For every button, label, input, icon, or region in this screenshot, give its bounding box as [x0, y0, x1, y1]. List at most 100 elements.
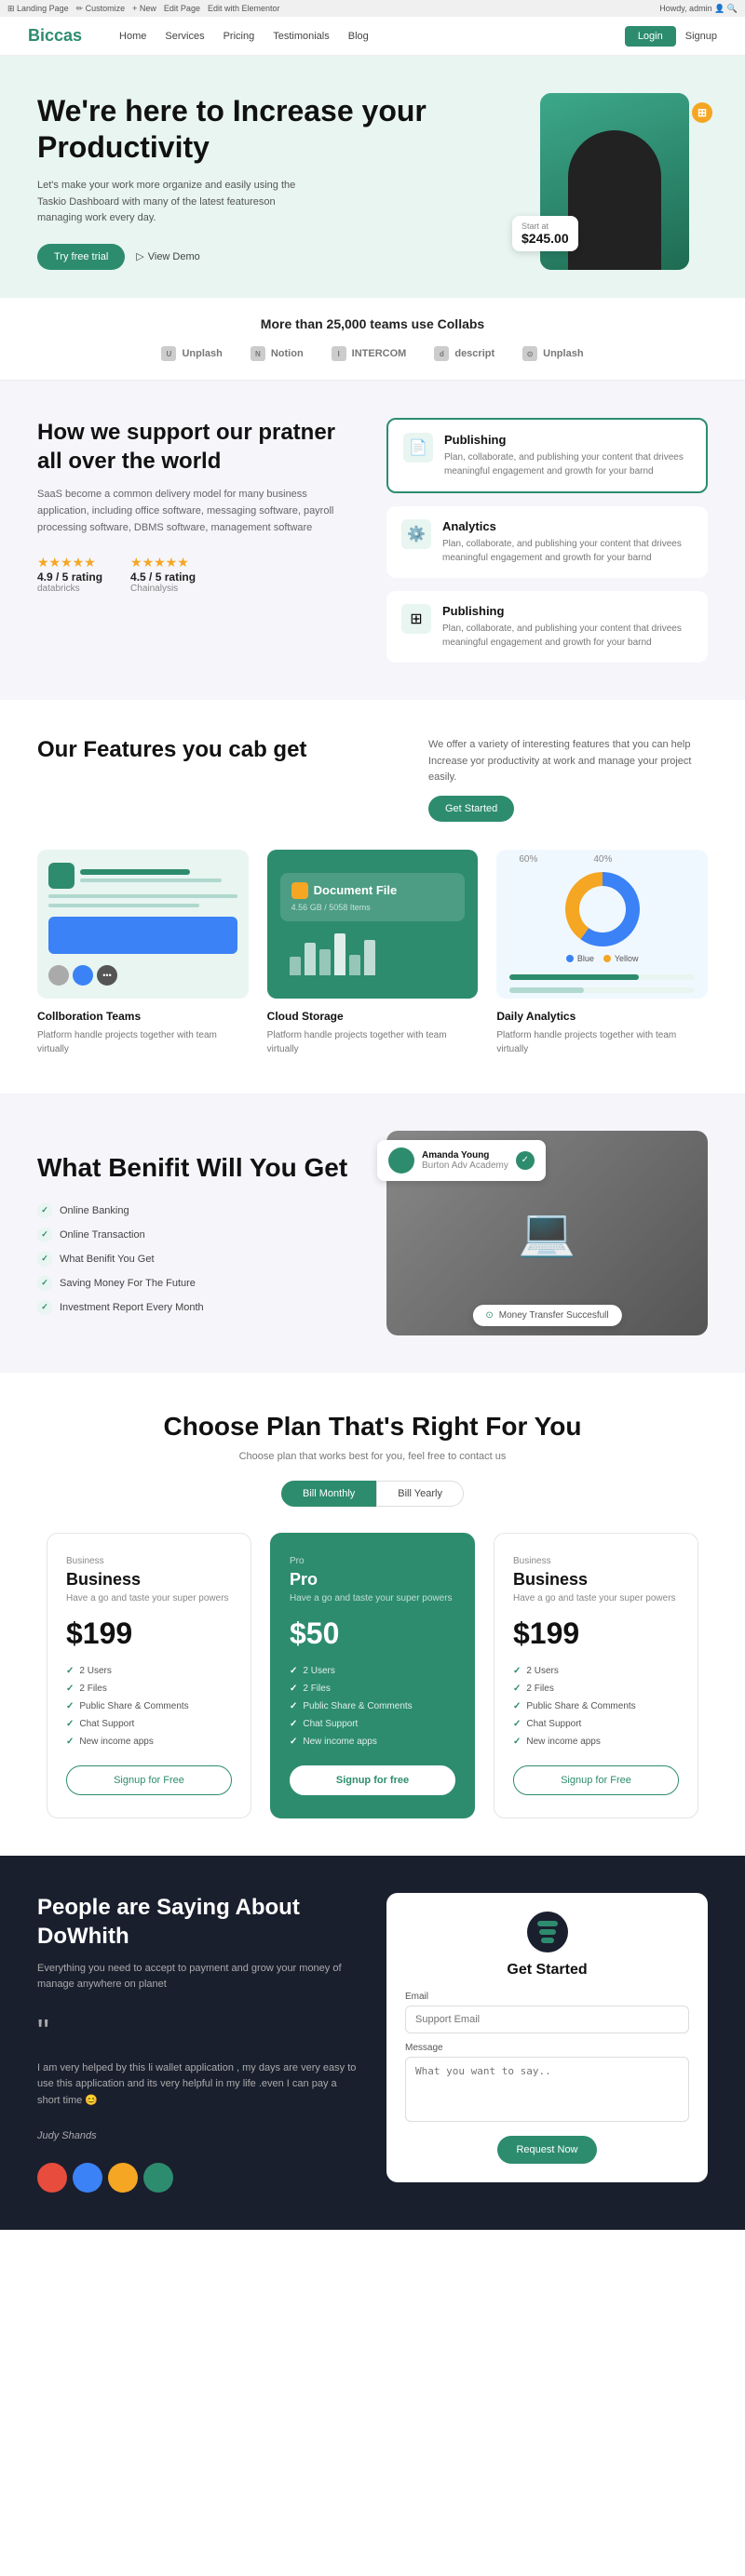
- login-button[interactable]: Login: [625, 26, 676, 47]
- features-section: Our Features you cab get We offer a vari…: [0, 700, 745, 1093]
- plan-2-desc: Have a go and taste your super powers: [290, 1593, 455, 1603]
- feature-2-name: Cloud Storage: [267, 1010, 479, 1023]
- trusted-section: More than 25,000 teams use Collabs U Unp…: [0, 298, 745, 381]
- notification-badge: ⊞: [692, 102, 712, 123]
- nav-services[interactable]: Services: [165, 31, 204, 42]
- analytics-icon: ⚙️: [401, 519, 431, 549]
- message-field-wrapper: Message: [405, 2043, 689, 2127]
- cloud-visual: Document File 4.56 GB / 5058 Items: [267, 850, 479, 999]
- transfer-icon: ⊙: [485, 1310, 493, 1321]
- trusted-logos: U Unplash N Notion I INTERCOM d descript…: [37, 346, 708, 361]
- plan-3-signup[interactable]: Signup for Free: [513, 1765, 679, 1795]
- notion-icon: N: [251, 346, 265, 361]
- plan-1-feat-4: Chat Support: [66, 1719, 232, 1729]
- notification-icon: ⊞: [698, 106, 707, 119]
- topbar-item[interactable]: Edit with Elementor: [208, 4, 280, 13]
- testimonials-right: Get Started Email Message Request Now: [386, 1893, 708, 2193]
- support-right: 📄 Publishing Plan, collaborate, and publ…: [386, 418, 708, 663]
- topbar-item[interactable]: + New: [132, 4, 156, 13]
- pricing-card-1: Business Business Have a go and taste yo…: [47, 1533, 251, 1818]
- get-started-title: Get Started: [405, 1962, 689, 1979]
- stars-2: ★★★★★: [130, 555, 196, 570]
- pricing-section: Choose Plan That's Right For You Choose …: [0, 1373, 745, 1856]
- request-button[interactable]: Request Now: [497, 2136, 596, 2164]
- feature-box-1: ••• Collboration Teams Platform handle p…: [37, 850, 249, 1056]
- nav-logo: Biccas: [28, 26, 82, 46]
- nav-links: Home Services Pricing Testimonials Blog: [119, 31, 625, 42]
- toggle-yearly[interactable]: Bill Yearly: [376, 1481, 464, 1507]
- analytics-visual: 60%40% Blue Yellow: [496, 850, 708, 999]
- plan-3-feat-3: Public Share & Comments: [513, 1701, 679, 1711]
- message-textarea[interactable]: [405, 2057, 689, 2122]
- features-title-block: Our Features you cab get: [37, 737, 306, 763]
- user-avatar: [388, 1147, 414, 1174]
- feature-3-desc: Platform handle projects together with t…: [496, 1028, 708, 1056]
- benefit-left: What Benifit Will You Get Online Banking…: [37, 1151, 359, 1315]
- nav-pricing[interactable]: Pricing: [224, 31, 255, 42]
- feature-1-name: Collboration Teams: [37, 1010, 249, 1023]
- avatar-1: [37, 2163, 67, 2193]
- topbar-item[interactable]: ⊞ Landing Page: [7, 4, 69, 14]
- free-trial-button[interactable]: Try free trial: [37, 244, 125, 270]
- nav-home[interactable]: Home: [119, 31, 146, 42]
- features-get-started-button[interactable]: Get Started: [428, 796, 514, 822]
- pricing-card-3: Business Business Have a go and taste yo…: [494, 1533, 698, 1818]
- email-input[interactable]: [405, 2006, 689, 2033]
- feature-card-2: ⚙️ Analytics Plan, collaborate, and publ…: [386, 506, 708, 578]
- user-check-icon: ✓: [516, 1151, 535, 1170]
- topbar-admin[interactable]: Howdy, admin 👤 🔍: [659, 4, 738, 14]
- quote-mark: ": [37, 2012, 359, 2051]
- plan-1-desc: Have a go and taste your super powers: [66, 1593, 232, 1603]
- plan-1-signup[interactable]: Signup for Free: [66, 1765, 232, 1795]
- support-description: SaaS become a common delivery model for …: [37, 487, 359, 536]
- plan-1-type: Business: [66, 1556, 232, 1566]
- plan-3-feat-2: 2 Files: [513, 1684, 679, 1694]
- plan-1-feat-3: Public Share & Comments: [66, 1701, 232, 1711]
- features-description: We offer a variety of interesting featur…: [428, 737, 708, 786]
- price-label: Start at: [522, 221, 569, 231]
- signup-button[interactable]: Signup: [685, 31, 717, 42]
- hero-headline: We're here to Increase your Productivity: [37, 93, 522, 165]
- email-label: Email: [405, 1992, 689, 2002]
- feature-card-1-desc: Plan, collaborate, and publishing your c…: [444, 450, 691, 478]
- feature-box-2: Document File 4.56 GB / 5058 Items Cloud…: [267, 850, 479, 1056]
- nav-blog[interactable]: Blog: [348, 31, 369, 42]
- avatar-4: [143, 2163, 173, 2193]
- feature-card-3-desc: Plan, collaborate, and publishing your c…: [442, 622, 693, 650]
- feature-card-1-content: Publishing Plan, collaborate, and publis…: [444, 433, 691, 478]
- pricing-toggle: Bill Monthly Bill Yearly: [37, 1481, 708, 1507]
- ratings: ★★★★★ 4.9 / 5 rating databricks ★★★★★ 4.…: [37, 555, 359, 594]
- play-icon: ▷: [136, 250, 143, 262]
- feature-2-desc: Platform handle projects together with t…: [267, 1028, 479, 1056]
- plan-2-signup[interactable]: Signup for free: [290, 1765, 455, 1795]
- user-info: Amanda Young Burton Adv Academy: [422, 1150, 508, 1171]
- user-card: Amanda Young Burton Adv Academy ✓: [377, 1140, 546, 1181]
- view-demo-button[interactable]: ▷ View Demo: [136, 250, 200, 262]
- feature-card-3-content: Publishing Plan, collaborate, and publis…: [442, 604, 693, 650]
- intercom-icon: I: [332, 346, 346, 361]
- plan-3-feat-1: 2 Users: [513, 1666, 679, 1676]
- hero-text: We're here to Increase your Productivity…: [37, 93, 522, 270]
- nav-testimonials[interactable]: Testimonials: [273, 31, 330, 42]
- testimonials-title: People are Saying About DoWhith: [37, 1893, 359, 1951]
- support-title: How we support our pratner all over the …: [37, 418, 359, 476]
- topbar-item[interactable]: Edit Page: [164, 4, 200, 13]
- logo-notion: N Notion: [251, 346, 304, 361]
- user-role: Burton Adv Academy: [422, 1161, 508, 1171]
- feature-card-1-title: Publishing: [444, 433, 691, 447]
- plan-2-feat-3: Public Share & Comments: [290, 1701, 455, 1711]
- navigation: Biccas Home Services Pricing Testimonial…: [0, 17, 745, 56]
- plan-3-price: $199: [513, 1617, 679, 1651]
- plan-1-feat-2: 2 Files: [66, 1684, 232, 1694]
- logo-coin-2: [539, 1929, 556, 1935]
- laptop-icon: 💻: [518, 1205, 576, 1260]
- topbar-item[interactable]: ✏ Customize: [76, 4, 126, 14]
- benefit-item-1: Online Banking: [37, 1203, 359, 1218]
- pricing-subtitle: Choose plan that works best for you, fee…: [37, 1451, 708, 1462]
- logo-stack: [537, 1921, 558, 1943]
- trusted-headline: More than 25,000 teams use Collabs: [37, 316, 708, 331]
- benefit-item-2: Online Transaction: [37, 1228, 359, 1242]
- toggle-monthly[interactable]: Bill Monthly: [281, 1481, 376, 1507]
- plan-3-feat-5: New income apps: [513, 1737, 679, 1747]
- unplash2-icon: ⊙: [522, 346, 537, 361]
